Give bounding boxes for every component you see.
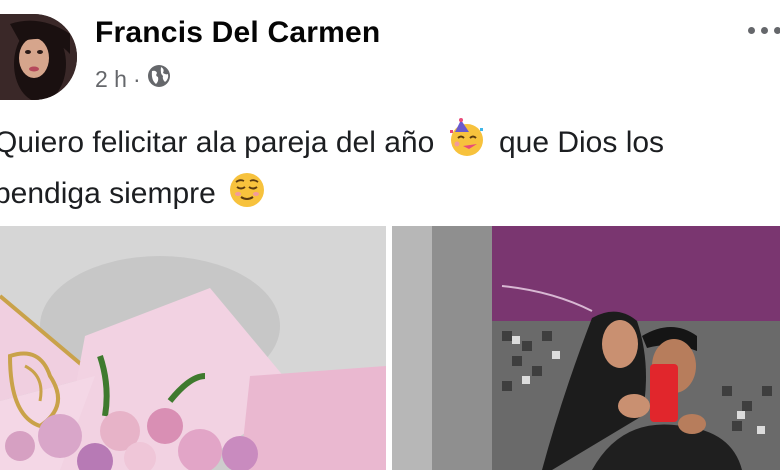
post-text-part-3: bendiga siempre — [0, 177, 216, 210]
more-options-icon[interactable] — [746, 18, 780, 42]
relieved-face-emoji-icon — [228, 171, 266, 222]
partying-face-emoji-icon — [447, 118, 487, 171]
post-text-part-1: Quiero felicitar ala pareja del año — [0, 126, 435, 159]
selfie-image — [392, 226, 780, 470]
post-text-line-2: bendiga siempre — [0, 171, 780, 222]
bouquet-image — [0, 226, 386, 470]
couple-selfie-photo[interactable] — [392, 226, 780, 470]
globe-icon[interactable] — [147, 64, 171, 94]
flower-bouquet-photo[interactable] — [0, 226, 386, 470]
post-text-line-1: Quiero felicitar ala pareja del año que … — [0, 118, 780, 171]
post-text: Quiero felicitar ala pareja del año que … — [0, 118, 780, 222]
author-name[interactable]: Francis Del Carmen — [95, 16, 380, 50]
meta-separator: · — [132, 65, 141, 92]
avatar-photo — [0, 14, 77, 100]
avatar[interactable] — [0, 14, 77, 100]
post-meta: 2 h · — [95, 64, 171, 94]
post-text-part-2: que Dios los — [498, 126, 665, 159]
post-time[interactable]: 2 h — [95, 66, 127, 93]
